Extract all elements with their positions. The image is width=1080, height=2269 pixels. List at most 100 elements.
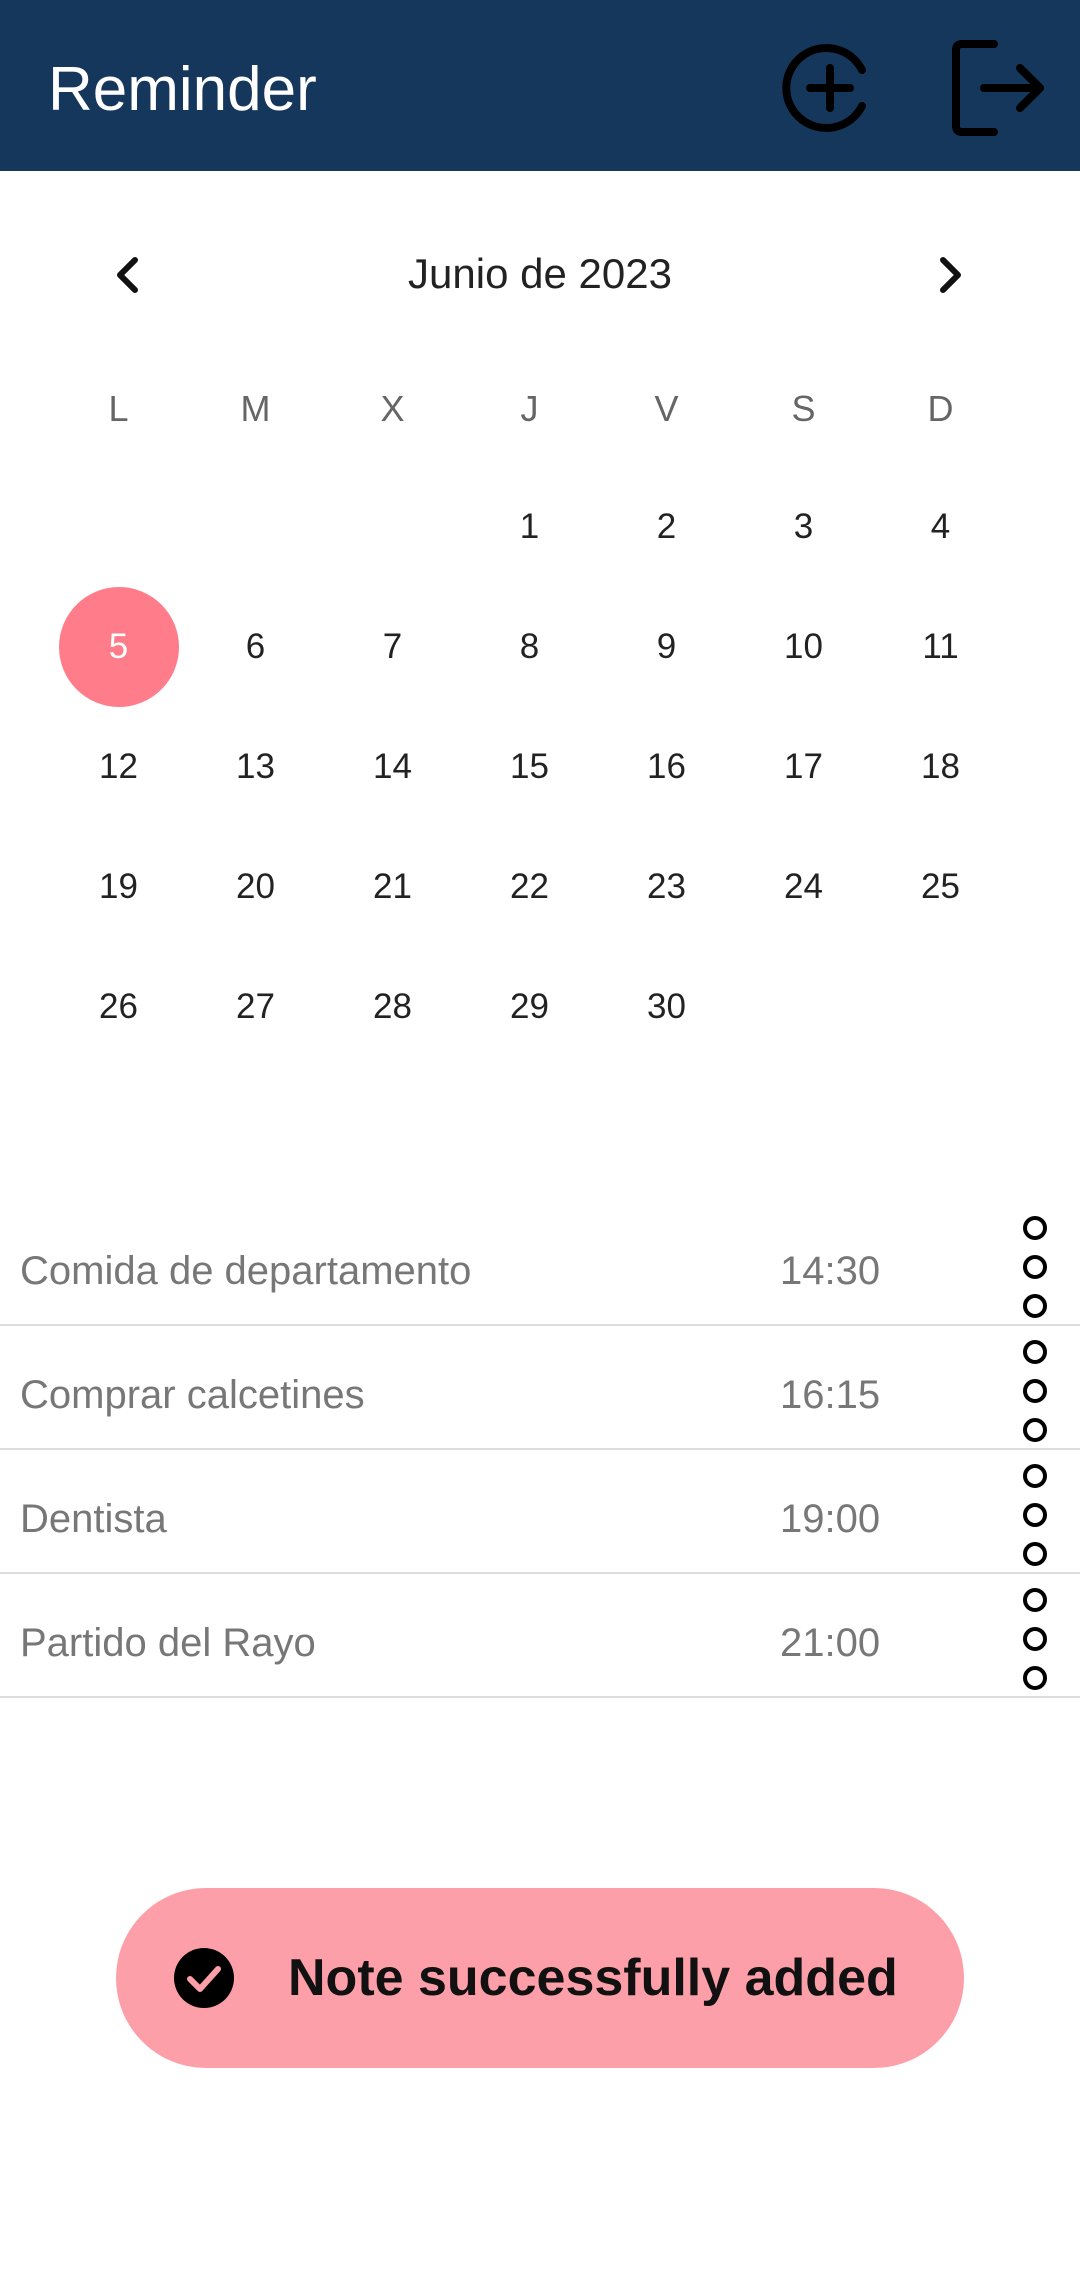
reminder-title: Dentista <box>20 1497 167 1541</box>
calendar-day[interactable]: 30 <box>598 947 735 1067</box>
calendar-day-number: 14 <box>373 747 412 786</box>
reminder-time: 16:15 <box>780 1373 881 1417</box>
logout-button[interactable] <box>950 38 1050 138</box>
weekday-label: L <box>108 388 129 429</box>
calendar-day-number: 26 <box>99 987 138 1026</box>
reminder-row[interactable]: Comprar calcetines 16:15 <box>0 1326 1080 1450</box>
calendar-day[interactable]: 8 <box>461 587 598 707</box>
more-vert-icon <box>1023 1216 1047 1318</box>
calendar-day[interactable]: 29 <box>461 947 598 1067</box>
calendar-day[interactable]: 4 <box>872 467 1009 587</box>
previous-month-button[interactable] <box>83 230 173 320</box>
calendar-empty-cell <box>50 467 187 587</box>
calendar-day[interactable]: 23 <box>598 827 735 947</box>
calendar-day-number: 8 <box>519 627 540 666</box>
calendar-day[interactable]: 20 <box>187 827 324 947</box>
calendar-empty-cell <box>872 947 1009 1067</box>
calendar-day[interactable]: 26 <box>50 947 187 1067</box>
calendar-day[interactable]: 2 <box>598 467 735 587</box>
calendar-day-number: 28 <box>373 987 412 1026</box>
add-reminder-button[interactable] <box>780 38 880 138</box>
calendar-day[interactable]: 14 <box>324 707 461 827</box>
calendar-day[interactable]: 3 <box>735 467 872 587</box>
calendar-day[interactable]: 15 <box>461 707 598 827</box>
reminder-options-button[interactable] <box>1010 1338 1060 1446</box>
toast-message: Note successfully added <box>288 1949 898 2007</box>
chevron-left-icon <box>117 257 138 293</box>
calendar-day[interactable]: 28 <box>324 947 461 1067</box>
calendar-day-number: 30 <box>647 987 686 1026</box>
calendar-day-number: 10 <box>784 627 823 666</box>
calendar-day[interactable]: 27 <box>187 947 324 1067</box>
calendar-day[interactable]: 1 <box>461 467 598 587</box>
calendar-header: Junio de 2023 <box>0 230 1080 320</box>
calendar-day[interactable]: 9 <box>598 587 735 707</box>
weekday-label: J <box>520 388 539 429</box>
month-title: Junio de 2023 <box>408 250 672 297</box>
weekday-header: L M X J V S D <box>50 385 1030 433</box>
app-bar: Reminder <box>0 0 1080 171</box>
check-circle-icon <box>174 1948 234 2008</box>
calendar-day-number: 3 <box>793 507 814 546</box>
reminder-options-button[interactable] <box>1010 1586 1060 1694</box>
calendar-day[interactable]: 24 <box>735 827 872 947</box>
calendar-empty-cell <box>187 467 324 587</box>
calendar-day[interactable]: 7 <box>324 587 461 707</box>
reminder-options-button[interactable] <box>1010 1462 1060 1570</box>
calendar-day[interactable]: 6 <box>187 587 324 707</box>
next-month-button[interactable] <box>905 230 995 320</box>
calendar-day-selected[interactable]: 5 <box>50 587 187 707</box>
calendar-grid: 1 2 3 4 5 6 7 8 9 10 11 12 13 14 15 16 17 18 19 20 21 22 23 24 2… <box>50 467 1009 1067</box>
calendar-day-number: 17 <box>784 747 823 786</box>
reminder-time: 21:00 <box>780 1621 881 1665</box>
calendar-day-number: 25 <box>921 867 960 906</box>
weekday-label: X <box>380 388 405 429</box>
weekday-label: V <box>654 388 679 429</box>
chevron-right-icon <box>940 257 961 293</box>
calendar-day-number: 2 <box>656 507 677 546</box>
calendar-day-number: 20 <box>236 867 275 906</box>
calendar-day-number: 13 <box>236 747 275 786</box>
more-vert-icon <box>1023 1464 1047 1566</box>
calendar-day-number: 9 <box>656 627 677 666</box>
reminder-title: Partido del Rayo <box>20 1621 316 1665</box>
calendar-day[interactable]: 11 <box>872 587 1009 707</box>
calendar-day-number: 27 <box>236 987 275 1026</box>
add-circle-icon <box>782 44 866 132</box>
calendar-day-number: 21 <box>373 867 412 906</box>
more-vert-icon <box>1023 1588 1047 1690</box>
calendar-day[interactable]: 25 <box>872 827 1009 947</box>
reminder-title: Comprar calcetines <box>20 1373 365 1417</box>
calendar-day-number: 16 <box>647 747 686 786</box>
logout-icon <box>952 40 1044 136</box>
calendar-day-number: 22 <box>510 867 549 906</box>
reminder-row[interactable]: Partido del Rayo 21:00 <box>0 1574 1080 1698</box>
calendar-day-number: 4 <box>930 507 951 546</box>
calendar-day[interactable]: 16 <box>598 707 735 827</box>
calendar-day[interactable]: 19 <box>50 827 187 947</box>
reminder-row[interactable]: Comida de departamento 14:30 <box>0 1202 1080 1326</box>
weekday-label: S <box>791 388 816 429</box>
calendar-day[interactable]: 10 <box>735 587 872 707</box>
reminder-title: Comida de departamento <box>20 1249 472 1293</box>
calendar-day-number: 6 <box>245 627 266 666</box>
reminder-list: Comida de departamento 14:30 Comprar cal… <box>0 1202 1080 1698</box>
reminder-time: 14:30 <box>780 1249 881 1293</box>
calendar-day-number: 24 <box>784 867 823 906</box>
calendar-day-number: 5 <box>58 587 179 707</box>
calendar-day-number: 1 <box>519 507 540 546</box>
calendar-day[interactable]: 22 <box>461 827 598 947</box>
reminder-row[interactable]: Dentista 19:00 <box>0 1450 1080 1574</box>
calendar-day[interactable]: 13 <box>187 707 324 827</box>
reminder-options-button[interactable] <box>1010 1214 1060 1322</box>
calendar-day[interactable]: 18 <box>872 707 1009 827</box>
success-toast: Note successfully added <box>116 1888 964 2068</box>
calendar-empty-cell <box>324 467 461 587</box>
calendar-day[interactable]: 12 <box>50 707 187 827</box>
calendar-day[interactable]: 21 <box>324 827 461 947</box>
app-title: Reminder <box>48 55 317 124</box>
calendar-day-number: 12 <box>99 747 138 786</box>
calendar-day-number: 23 <box>647 867 686 906</box>
weekday-label: M <box>240 388 271 429</box>
calendar-day[interactable]: 17 <box>735 707 872 827</box>
